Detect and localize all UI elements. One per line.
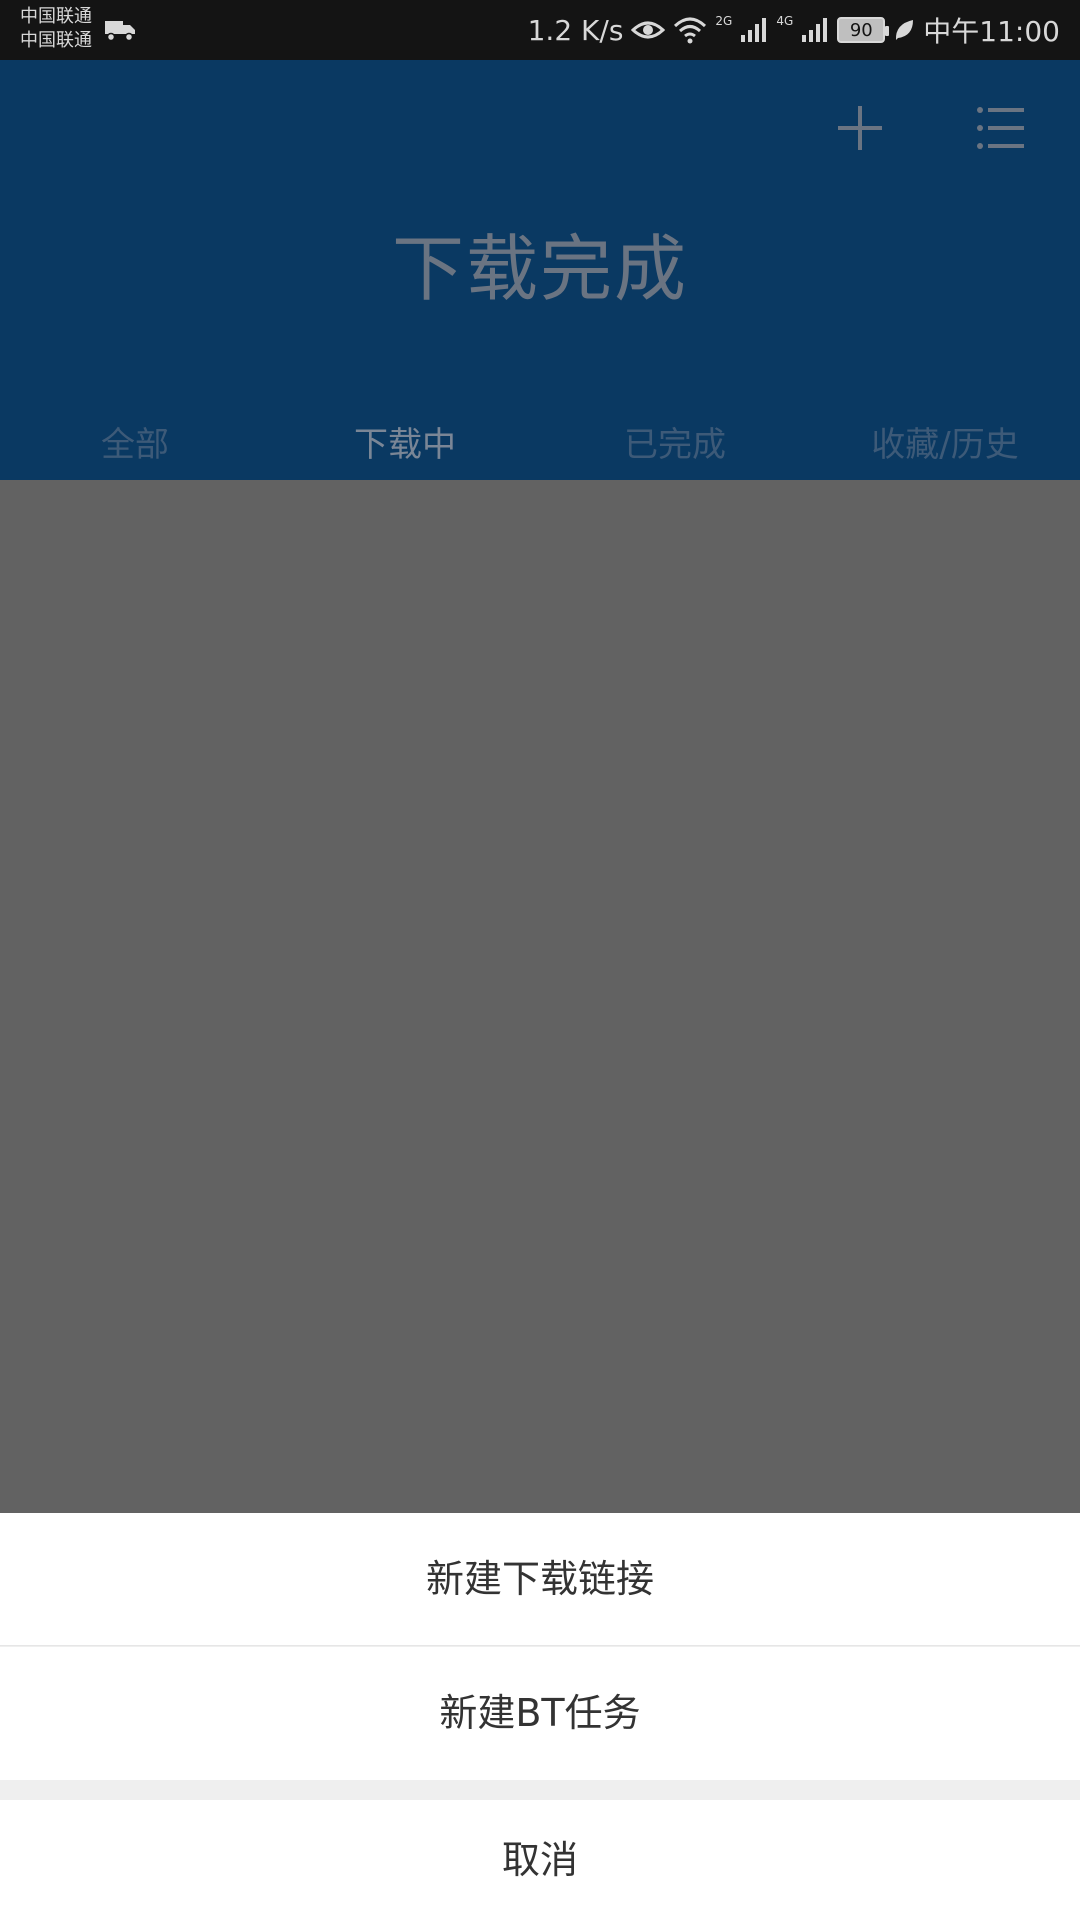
signal-icon-2 xyxy=(802,18,828,42)
leaf-icon xyxy=(896,20,914,40)
status-bar: 中国联通 中国联通 1.2 K/s 2G 4G 90 中午11:00 xyxy=(0,0,1080,60)
add-icon[interactable] xyxy=(832,100,888,156)
carrier-2: 中国联通 xyxy=(20,30,92,51)
cancel-button[interactable]: 取消 xyxy=(0,1800,1080,1920)
tab-all[interactable]: 全部 xyxy=(0,415,270,475)
carrier-info: 中国联通 中国联通 xyxy=(20,5,92,53)
battery-icon: 90 xyxy=(837,17,890,43)
battery-level: 90 xyxy=(849,19,873,41)
truck-icon xyxy=(105,21,135,42)
carrier-1: 中国联通 xyxy=(20,6,92,27)
new-bt-task-button[interactable]: 新建BT任务 xyxy=(0,1647,1080,1780)
dim-overlay[interactable] xyxy=(0,480,1080,1513)
new-download-link-button[interactable]: 新建下载链接 xyxy=(0,1513,1080,1646)
status-right: 1.2 K/s 2G 4G 90 中午11:00 xyxy=(528,0,1060,60)
network-speed: 1.2 K/s xyxy=(527,13,624,47)
network-label-1: 2G xyxy=(715,14,733,28)
screen: 中国联通 中国联通 1.2 K/s 2G 4G 90 中午11:00 下载完成 … xyxy=(0,0,1080,1920)
page-title: 下载完成 xyxy=(391,227,688,311)
eye-icon xyxy=(631,21,666,39)
app-header: 下载完成 全部 下载中 已完成 收藏/历史 xyxy=(0,60,1080,480)
tab-downloading[interactable]: 下载中 xyxy=(270,415,540,475)
action-sheet: 新建下载链接 新建BT任务 取消 xyxy=(0,1513,1080,1920)
clock: 中午11:00 xyxy=(923,15,1060,48)
wifi-icon xyxy=(674,17,707,44)
tab-favorites-history[interactable]: 收藏/历史 xyxy=(810,415,1080,475)
menu-list-icon[interactable] xyxy=(972,100,1028,156)
network-label-2: 4G xyxy=(776,14,794,28)
tab-bar: 全部 下载中 已完成 收藏/历史 xyxy=(0,415,1080,475)
tab-completed[interactable]: 已完成 xyxy=(540,415,810,475)
signal-icon-1 xyxy=(741,18,767,42)
